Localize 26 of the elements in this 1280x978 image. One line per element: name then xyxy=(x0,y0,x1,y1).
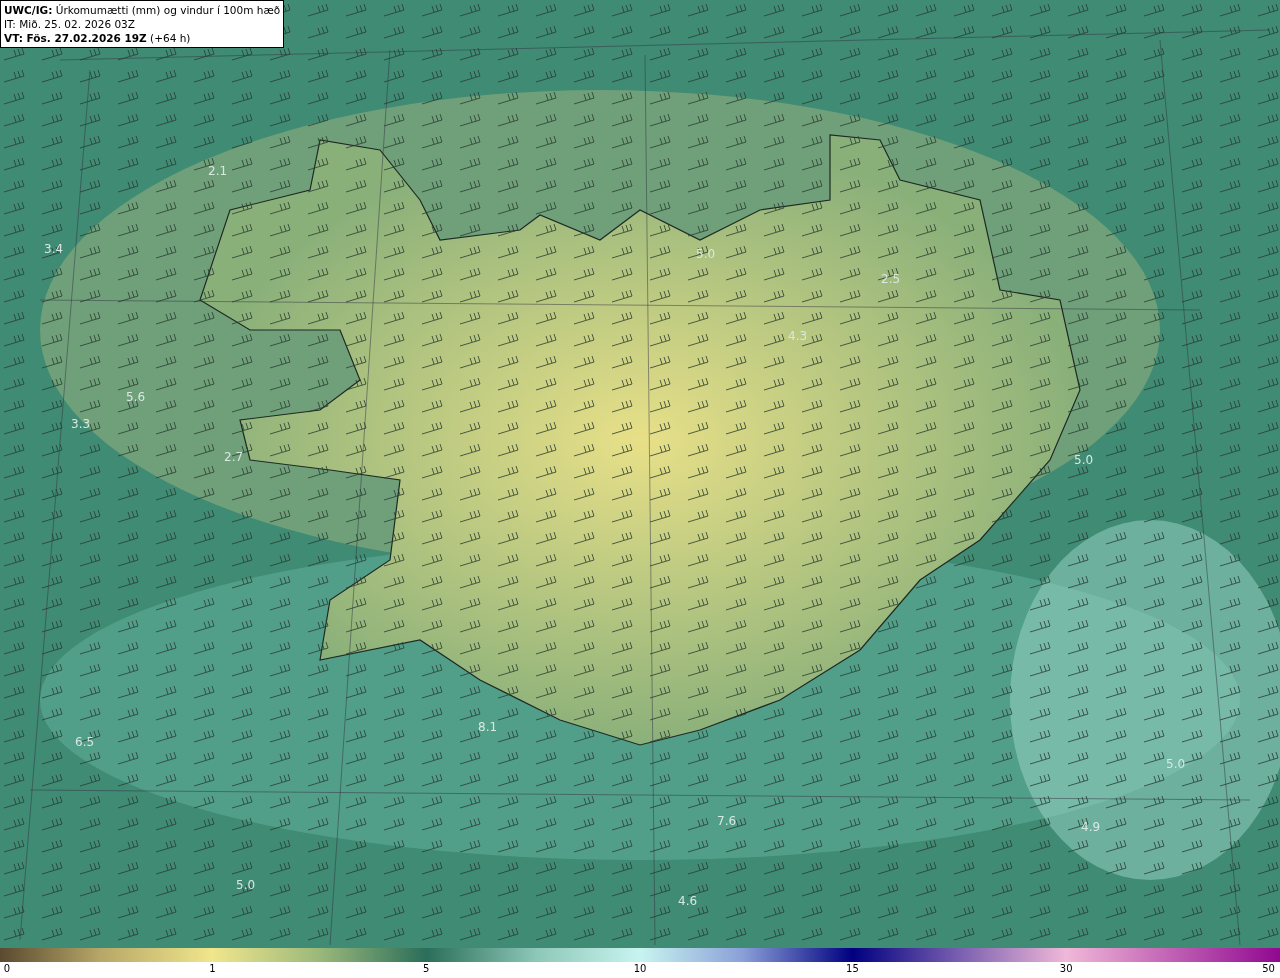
value-label: 7.6 xyxy=(717,814,737,828)
value-label: 5.0 xyxy=(236,878,256,892)
value-label: 5.6 xyxy=(126,390,146,404)
colorbar-tick-label: 5 xyxy=(423,963,430,974)
value-label: 8.1 xyxy=(478,720,498,734)
value-label: 4.3 xyxy=(788,329,808,343)
value-label: 3.4 xyxy=(44,242,64,256)
value-label: 5.0 xyxy=(1166,757,1186,771)
colorbar-tick-label: 50 xyxy=(1262,963,1275,974)
value-label: 4.9 xyxy=(1081,820,1101,834)
header-text: UWC/IG: Úrkomumætti (mm) og vindur í 100m hæð xyxy=(4,3,281,17)
value-label: 4.6 xyxy=(678,894,698,908)
header-text: VT: Fös. 27.02.2026 19Z (+64 h) xyxy=(4,31,192,45)
value-label: 2.1 xyxy=(208,164,228,178)
header-text: IT: Mið. 25. 02. 2026 03Z xyxy=(4,17,136,31)
value-label: 2.5 xyxy=(881,272,901,286)
value-label: 5.0 xyxy=(1074,453,1094,467)
colorbar-tick-label: 10 xyxy=(633,963,647,974)
value-label: 3.3 xyxy=(71,417,91,431)
colorbar-tick-label: 0 xyxy=(3,963,11,974)
value-label: 2.7 xyxy=(224,450,244,464)
colorbar-tick-label: 15 xyxy=(846,963,859,974)
value-label: 5.0 xyxy=(696,247,716,261)
value-label: 6.5 xyxy=(75,735,95,749)
colorbar-tick-label: 30 xyxy=(1059,963,1073,974)
colorbar-tick-label: 1 xyxy=(209,963,216,974)
